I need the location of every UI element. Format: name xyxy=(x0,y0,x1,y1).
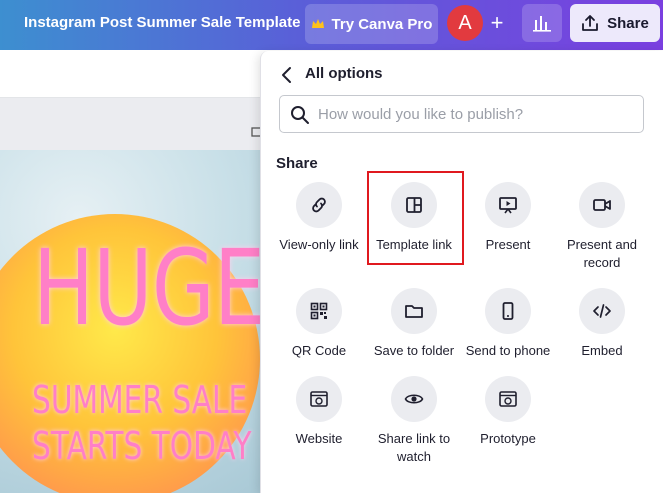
option-share-link-to-watch[interactable]: Share link to watch xyxy=(366,376,462,466)
option-send-to-phone[interactable]: Send to phone xyxy=(460,288,556,360)
try-canva-pro-button[interactable]: Try Canva Pro xyxy=(305,4,438,44)
share-button[interactable]: Share xyxy=(570,4,660,42)
pro-label: Try Canva Pro xyxy=(331,15,433,33)
insights-button[interactable] xyxy=(522,4,562,42)
document-title[interactable]: Instagram Post Summer Sale Template xyxy=(24,14,300,31)
panel-title: All options xyxy=(305,65,383,82)
video-camera-icon xyxy=(593,199,611,211)
crown-icon xyxy=(311,19,324,28)
bar-chart-icon xyxy=(533,16,551,32)
publish-search xyxy=(279,95,644,133)
share-section-heading: Share xyxy=(276,155,318,172)
eye-icon xyxy=(404,394,424,404)
search-input[interactable] xyxy=(318,96,638,132)
search-icon xyxy=(291,106,309,124)
avatar[interactable]: A xyxy=(447,5,483,41)
option-qr-code[interactable]: QR Code xyxy=(271,288,367,360)
option-label: Present and record xyxy=(566,237,638,270)
highlight-box xyxy=(367,171,464,265)
option-view-only-link[interactable]: View-only link xyxy=(271,182,367,254)
qr-code-icon xyxy=(310,302,328,320)
page-header-strip xyxy=(0,98,262,150)
option-label: View-only link xyxy=(279,237,359,252)
option-prototype[interactable]: Prototype xyxy=(460,376,556,448)
prototype-icon xyxy=(499,391,517,407)
present-icon xyxy=(499,197,517,214)
subheadline-line1: SUMMER SALE xyxy=(32,378,248,422)
option-present[interactable]: Present xyxy=(460,182,556,254)
option-present-and-record[interactable]: Present and record xyxy=(554,182,650,272)
option-website[interactable]: Website xyxy=(271,376,367,448)
option-label: Embed xyxy=(581,343,623,358)
link-icon xyxy=(312,197,326,213)
back-arrow-icon[interactable] xyxy=(277,65,297,85)
option-label: Save to folder xyxy=(373,343,455,358)
add-collaborator-button[interactable]: + xyxy=(485,8,509,38)
option-label: Send to phone xyxy=(465,343,551,358)
folder-icon xyxy=(405,305,423,318)
option-label: Share link to watch xyxy=(377,431,451,464)
upload-icon xyxy=(582,15,599,31)
option-label: Prototype xyxy=(480,431,536,446)
subheadline-line2: STARTS TODAY xyxy=(32,424,252,468)
share-panel: All options Share View-only link Templat… xyxy=(260,51,663,493)
website-icon xyxy=(310,391,328,407)
editor-header: Instagram Post Summer Sale Template Try … xyxy=(0,0,663,50)
option-save-to-folder[interactable]: Save to folder xyxy=(366,288,462,360)
design-canvas[interactable]: HUGE SUMMER SALE STARTS TODAY xyxy=(0,150,262,493)
phone-icon xyxy=(502,302,514,320)
code-icon xyxy=(593,304,611,318)
option-label: Present xyxy=(485,237,531,252)
option-embed[interactable]: Embed xyxy=(554,288,650,360)
headline-text: HUGE xyxy=(33,227,262,349)
option-label: Website xyxy=(295,431,343,446)
share-label: Share xyxy=(607,14,649,32)
option-label: QR Code xyxy=(291,343,347,358)
